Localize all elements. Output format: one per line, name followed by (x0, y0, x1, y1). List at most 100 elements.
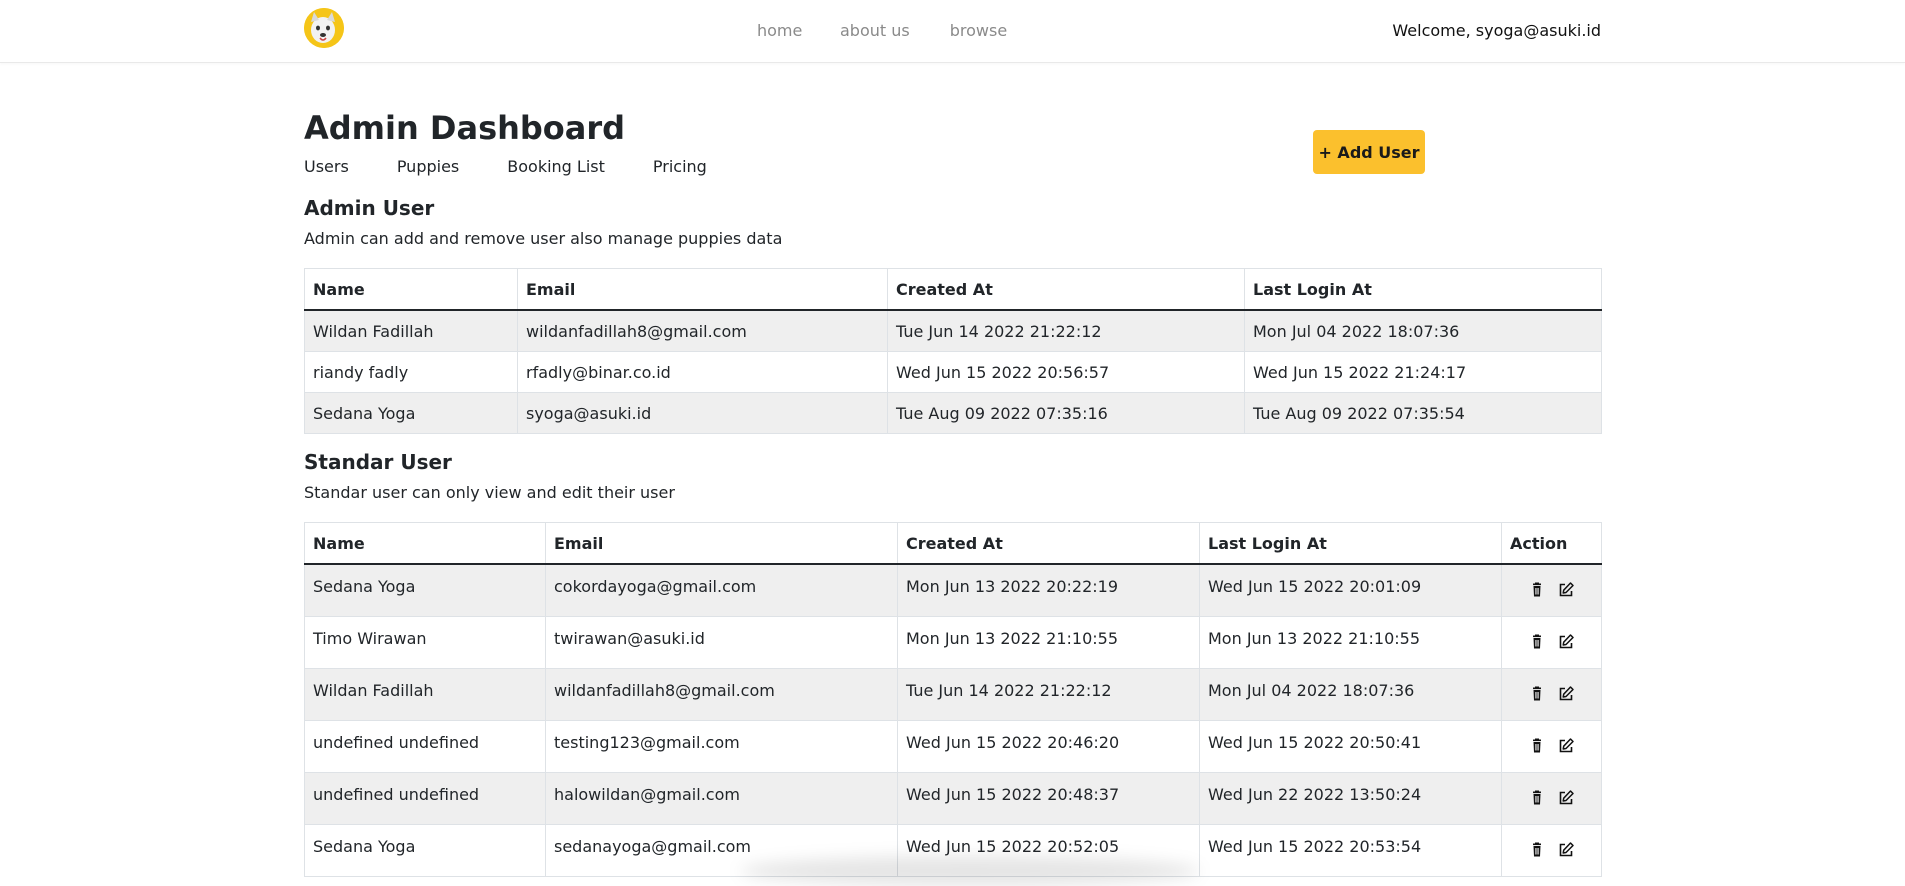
cell-actions (1501, 823, 1602, 877)
cell-email: syoga@asuki.id (517, 392, 888, 434)
table-row: riandy fadly rfadly@binar.co.id Wed Jun … (304, 351, 1602, 393)
cell-last-login-at: Tue Aug 09 2022 07:35:54 (1244, 392, 1602, 434)
standard-section-title: Standar User (304, 450, 452, 474)
page-title: Admin Dashboard (304, 109, 626, 147)
nav-links: home about us browse (757, 20, 1007, 42)
admin-section-title: Admin User (304, 196, 435, 220)
edit-user-button[interactable] (1557, 581, 1575, 599)
cell-last-login-at: Wed Jun 22 2022 13:50:24 (1199, 771, 1502, 825)
admin-section-description: Admin can add and remove user also manag… (304, 229, 783, 248)
delete-user-button[interactable] (1528, 789, 1546, 807)
cell-actions (1501, 667, 1602, 721)
column-header-created-at: Created At (887, 268, 1245, 311)
edit-icon (1559, 841, 1574, 856)
nav-link-home[interactable]: home (757, 20, 802, 42)
column-header-last-login-at: Last Login At (1244, 268, 1602, 311)
column-header-action: Action (1501, 522, 1602, 565)
cell-last-login-at: Wed Jun 15 2022 20:01:09 (1199, 563, 1502, 617)
tab-users[interactable]: Users (304, 156, 349, 178)
cell-last-login-at: Mon Jun 13 2022 21:10:55 (1199, 615, 1502, 669)
trash-icon (1532, 790, 1541, 804)
cell-created-at: Wed Jun 15 2022 20:48:37 (897, 771, 1200, 825)
delete-user-button[interactable] (1528, 685, 1546, 703)
cell-actions (1501, 563, 1602, 617)
trash-icon (1532, 686, 1541, 700)
cell-name: Wildan Fadillah (304, 309, 518, 352)
cell-last-login-at: Wed Jun 15 2022 20:53:54 (1199, 823, 1502, 877)
trash-icon (1532, 738, 1541, 752)
bottom-fade-shadow (740, 856, 1200, 886)
cell-created-at: Tue Jun 14 2022 21:22:12 (897, 667, 1200, 721)
table-header-row: Name Email Created At Last Login At (304, 268, 1602, 311)
cell-email: halowildan@gmail.com (545, 771, 898, 825)
cell-created-at: Mon Jun 13 2022 20:22:19 (897, 563, 1200, 617)
top-navbar: home about us browse Welcome, syoga@asuk… (0, 0, 1905, 63)
delete-user-button[interactable] (1528, 841, 1546, 859)
delete-user-button[interactable] (1528, 737, 1546, 755)
edit-icon (1559, 737, 1574, 752)
cell-last-login-at: Mon Jul 04 2022 18:07:36 (1199, 667, 1502, 721)
edit-icon (1559, 633, 1574, 648)
delete-user-button[interactable] (1528, 581, 1546, 599)
edit-user-button[interactable] (1557, 633, 1575, 651)
table-row: undefined undefined testing123@gmail.com… (304, 719, 1602, 773)
column-header-email: Email (545, 522, 898, 565)
cell-actions (1501, 719, 1602, 773)
table-row: Sedana Yoga cokordayoga@gmail.com Mon Ju… (304, 563, 1602, 617)
edit-user-button[interactable] (1557, 841, 1575, 859)
cell-email: wildanfadillah8@gmail.com (517, 309, 888, 352)
cell-actions (1501, 615, 1602, 669)
column-header-email: Email (517, 268, 888, 311)
table-header-row: Name Email Created At Last Login At Acti… (304, 522, 1602, 565)
welcome-user-text[interactable]: Welcome, syoga@asuki.id (1392, 20, 1601, 42)
cell-name: Sedana Yoga (304, 823, 546, 877)
cell-created-at: Wed Jun 15 2022 20:46:20 (897, 719, 1200, 773)
edit-icon (1559, 789, 1574, 804)
edit-icon (1559, 685, 1574, 700)
puppy-logo-icon (304, 8, 344, 48)
column-header-name: Name (304, 268, 518, 311)
standard-section-description: Standar user can only view and edit thei… (304, 483, 675, 502)
dashboard-tabs: Users Puppies Booking List Pricing (304, 156, 755, 178)
delete-user-button[interactable] (1528, 633, 1546, 651)
trash-icon (1532, 582, 1541, 597)
add-user-button[interactable]: + Add User (1313, 130, 1425, 174)
trash-icon (1532, 842, 1541, 856)
edit-user-button[interactable] (1557, 789, 1575, 807)
cell-name: undefined undefined (304, 719, 546, 773)
cell-last-login-at: Wed Jun 15 2022 21:24:17 (1244, 351, 1602, 393)
cell-actions (1501, 771, 1602, 825)
table-row: Sedana Yoga syoga@asuki.id Tue Aug 09 20… (304, 392, 1602, 434)
edit-icon (1559, 582, 1574, 597)
cell-created-at: Tue Aug 09 2022 07:35:16 (887, 392, 1245, 434)
nav-link-browse[interactable]: browse (950, 20, 1007, 42)
cell-email: testing123@gmail.com (545, 719, 898, 773)
nav-link-about-us[interactable]: about us (840, 20, 910, 42)
cell-name: Wildan Fadillah (304, 667, 546, 721)
column-header-name: Name (304, 522, 546, 565)
table-row: Timo Wirawan twirawan@asuki.id Mon Jun 1… (304, 615, 1602, 669)
edit-user-button[interactable] (1557, 737, 1575, 755)
cell-last-login-at: Mon Jul 04 2022 18:07:36 (1244, 309, 1602, 352)
cell-created-at: Mon Jun 13 2022 21:10:55 (897, 615, 1200, 669)
cell-email: rfadly@binar.co.id (517, 351, 888, 393)
cell-created-at: Tue Jun 14 2022 21:22:12 (887, 309, 1245, 352)
tab-puppies[interactable]: Puppies (397, 156, 459, 178)
cell-name: Sedana Yoga (304, 563, 546, 617)
tab-booking-list[interactable]: Booking List (507, 156, 605, 178)
admin-users-table: Name Email Created At Last Login At Wild… (304, 268, 1602, 434)
cell-name: Timo Wirawan (304, 615, 546, 669)
cell-name: Sedana Yoga (304, 392, 518, 434)
cell-created-at: Wed Jun 15 2022 20:56:57 (887, 351, 1245, 393)
table-row: undefined undefined halowildan@gmail.com… (304, 771, 1602, 825)
cell-name: riandy fadly (304, 351, 518, 393)
tab-pricing[interactable]: Pricing (653, 156, 707, 178)
puppy-logo[interactable] (304, 8, 344, 48)
cell-last-login-at: Wed Jun 15 2022 20:50:41 (1199, 719, 1502, 773)
standard-users-table: Name Email Created At Last Login At Acti… (304, 522, 1602, 877)
table-row: Wildan Fadillah wildanfadillah8@gmail.co… (304, 667, 1602, 721)
column-header-created-at: Created At (897, 522, 1200, 565)
cell-email: wildanfadillah8@gmail.com (545, 667, 898, 721)
edit-user-button[interactable] (1557, 685, 1575, 703)
cell-email: twirawan@asuki.id (545, 615, 898, 669)
